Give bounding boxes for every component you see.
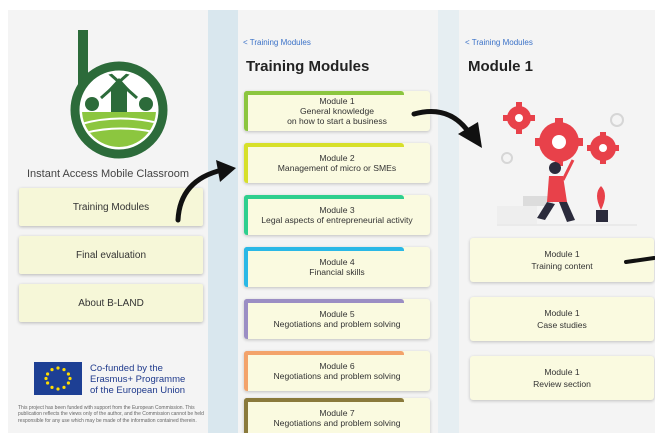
module-color-bar (244, 299, 404, 303)
page-title: Training Modules (246, 58, 370, 75)
eu-cofunded-label: Co-funded by the Erasmus+ Programme of t… (90, 363, 186, 396)
card-module-label: Module 1 (544, 308, 580, 318)
module-title: Negotiations and problem solving (273, 319, 401, 329)
module-number: Module 4 (319, 257, 355, 267)
card-module-label: Module 1 (544, 367, 580, 377)
module-card-1[interactable]: Module 1 General knowledge on how to sta… (244, 91, 430, 131)
review-section-card[interactable]: Module 1 Review section (470, 356, 654, 400)
module-card-2[interactable]: Module 2 Management of micro or SMEs (244, 143, 430, 183)
card-section-label: Review section (533, 379, 591, 389)
module-color-edge (244, 91, 248, 131)
module-title: General knowledge (299, 106, 375, 116)
screen-divider (438, 10, 459, 433)
back-link[interactable]: < Training Modules (243, 38, 311, 47)
module-color-bar (244, 398, 404, 402)
card-module-label: Module 1 (544, 249, 580, 259)
module-title: Financial skills (309, 267, 365, 277)
module-number: Module 6 (319, 361, 355, 371)
module-card-6[interactable]: Module 6 Negotiations and problem solvin… (244, 351, 430, 391)
module-color-edge (244, 195, 248, 235)
back-link[interactable]: < Training Modules (465, 38, 533, 47)
module-title: Negotiations and problem solving (273, 418, 401, 428)
final-evaluation-button[interactable]: Final evaluation (19, 236, 203, 274)
b-land-logo (56, 30, 176, 160)
module-color-edge (244, 299, 248, 339)
module-color-edge (244, 398, 248, 433)
disclaimer-text: This project has been funded with suppor… (18, 405, 204, 424)
card-section-label: Training content (531, 261, 593, 271)
module-title-cont: on how to start a business (287, 116, 387, 126)
module-number: Module 5 (319, 309, 355, 319)
module-color-edge (244, 143, 248, 183)
module-color-bar (244, 143, 404, 147)
flow-arrow-icon (624, 256, 655, 264)
module-card-5[interactable]: Module 5 Negotiations and problem solvin… (244, 299, 430, 339)
module-title: Management of micro or SMEs (277, 163, 397, 173)
page-title: Module 1 (468, 58, 534, 75)
module-color-bar (244, 351, 404, 355)
module-card-3[interactable]: Module 3 Legal aspects of entrepreneuria… (244, 195, 430, 235)
case-studies-card[interactable]: Module 1 Case studies (470, 297, 654, 341)
module-color-bar (244, 91, 404, 95)
eu-flag-icon (34, 362, 82, 395)
module-color-bar (244, 247, 404, 251)
training-modules-screen: < Training Modules Training Modules Modu… (238, 10, 438, 433)
flow-arrow-icon (175, 160, 236, 223)
module-number: Module 3 (319, 205, 355, 215)
flow-arrow-icon (411, 109, 482, 148)
module-color-bar (244, 195, 404, 199)
module-color-edge (244, 351, 248, 391)
about-b-land-button[interactable]: About B-LAND (19, 284, 203, 322)
module-number: Module 7 (319, 408, 355, 418)
module-number: Module 2 (319, 153, 355, 163)
gears-illustration (497, 98, 637, 238)
module-card-7[interactable]: Module 7 Negotiations and problem solvin… (244, 398, 430, 433)
module-detail-screen: < Training Modules Module 1 Module 1 Tra… (459, 10, 655, 433)
module-title: Negotiations and problem solving (273, 371, 401, 381)
card-section-label: Case studies (537, 320, 587, 330)
module-number: Module 1 (319, 96, 355, 106)
module-color-edge (244, 247, 248, 287)
module-title: Legal aspects of entrepreneurial activit… (261, 215, 413, 225)
module-card-4[interactable]: Module 4 Financial skills (244, 247, 430, 287)
